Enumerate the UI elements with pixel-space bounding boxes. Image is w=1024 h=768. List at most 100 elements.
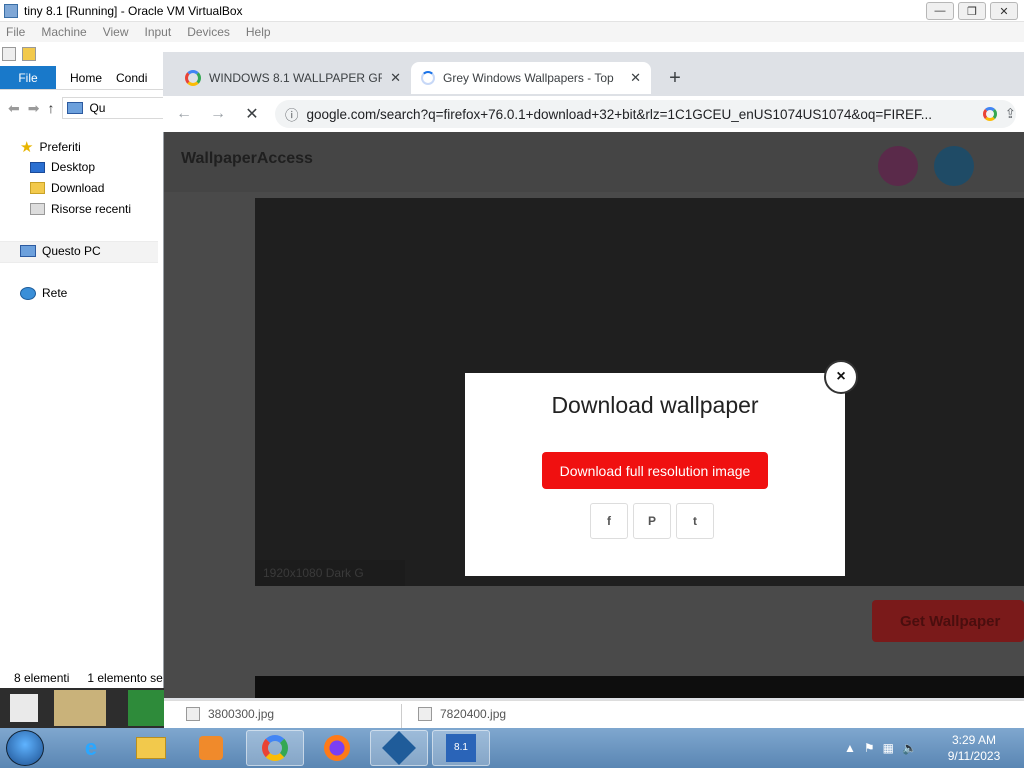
action-center-icon[interactable]: ⚑ <box>864 741 875 755</box>
google-lens-icon[interactable] <box>982 107 997 121</box>
vbox-menubar: File Machine View Input Devices Help <box>0 22 1024 42</box>
network-icon <box>20 286 36 300</box>
clock-time: 3:29 AM <box>951 733 997 747</box>
download-divider <box>401 704 402 728</box>
star-icon: ★ <box>20 139 34 156</box>
network-tray-icon[interactable]: ▦ <box>883 741 894 755</box>
site-info-icon[interactable]: ⓘ <box>285 104 299 124</box>
site-logo[interactable]: WallpaperAccess <box>181 150 313 168</box>
url-text: google.com/search?q=firefox+76.0.1+downl… <box>306 106 933 122</box>
download-item[interactable]: 7820400.jpg <box>418 700 628 728</box>
tab-wallpaper-search[interactable]: WINDOWS 8.1 WALLPAPER GREY ✕ <box>175 62 411 94</box>
download-full-resolution-button[interactable]: Download full resolution image <box>542 452 768 489</box>
loading-spinner-icon <box>421 71 435 85</box>
media-player-icon[interactable] <box>182 730 240 766</box>
modal-close-icon[interactable]: × <box>824 360 858 394</box>
item-count: 8 elementi <box>14 671 70 685</box>
volume-muted-icon[interactable]: 🔈 <box>902 741 917 755</box>
menu-devices[interactable]: Devices <box>187 25 230 39</box>
recent-places-icon <box>30 203 45 215</box>
tree-item-preferiti[interactable]: ★ Preferiti <box>20 138 81 156</box>
explorer-address-bar[interactable]: Qu <box>62 97 165 119</box>
tree-label: Preferiti <box>39 140 81 154</box>
download-filename: 7820400.jpg <box>440 707 507 721</box>
clock-date: 9/11/2023 <box>947 749 1001 763</box>
vbox-titlebar: tiny 8.1 [Running] - Oracle VM VirtualBo… <box>0 0 1024 22</box>
back-button[interactable]: ← <box>173 103 195 125</box>
chrome-taskbar-icon[interactable] <box>246 730 304 766</box>
image-file-icon <box>186 707 200 721</box>
properties-icon[interactable] <box>2 47 16 61</box>
tree-item-rete[interactable]: Rete <box>20 286 67 300</box>
virtualbox-taskbar-icon[interactable] <box>370 730 428 766</box>
ribbon-tab-share[interactable]: Condi <box>116 66 147 89</box>
vm-tiny-81-icon[interactable]: 8.1 <box>432 730 490 766</box>
menu-view[interactable]: View <box>103 25 129 39</box>
tree-item-risorse-recenti[interactable]: Risorse recenti <box>30 202 131 216</box>
virtualbox-icon <box>4 3 18 18</box>
desktop-icon <box>30 161 45 173</box>
tab-title: WINDOWS 8.1 WALLPAPER GREY <box>209 71 383 85</box>
windows-logo-icon[interactable] <box>10 694 38 722</box>
download-folder-icon <box>30 182 45 194</box>
wallpaper-caption: 1920x1080 Dark G <box>255 560 405 586</box>
stop-loading-button[interactable]: ✕ <box>241 103 263 125</box>
tree-label: Desktop <box>51 160 96 174</box>
menu-file[interactable]: File <box>6 25 25 39</box>
address-text: Qu <box>89 101 106 115</box>
ribbon-tab-home[interactable]: Home <box>56 66 116 89</box>
menu-help[interactable]: Help <box>246 25 271 39</box>
explorer-navbar: ⬅ ➡ ↑ Qu <box>0 94 165 122</box>
twitter-icon[interactable] <box>934 146 974 186</box>
this-pc-icon <box>20 245 36 257</box>
close-tab-icon[interactable]: ✕ <box>390 70 401 86</box>
download-item[interactable]: 3800300.jpg <box>186 700 396 728</box>
firefox-icon[interactable] <box>308 730 366 766</box>
show-hidden-icons-icon[interactable]: ▲ <box>844 741 856 755</box>
close-button[interactable]: ✕ <box>990 2 1018 20</box>
forward-button[interactable]: → <box>207 103 229 125</box>
tree-label: Rete <box>42 286 68 300</box>
image-file-icon <box>418 707 432 721</box>
file-explorer-icon[interactable] <box>122 730 180 766</box>
restore-button[interactable]: ❐ <box>958 2 986 20</box>
modal-title: Download wallpaper <box>551 392 759 418</box>
vbox-window-title: tiny 8.1 [Running] - Oracle VM VirtualBo… <box>24 3 243 18</box>
selected-count: 1 elemento se <box>87 671 163 685</box>
tree-label: Download <box>51 181 105 195</box>
start-button[interactable] <box>6 730 44 766</box>
new-tab-button[interactable]: + <box>663 62 687 94</box>
up-arrow-icon[interactable]: ↑ <box>47 100 54 116</box>
minimize-button[interactable]: — <box>926 2 954 20</box>
tree-item-questo-pc[interactable]: Questo PC <box>20 244 101 258</box>
explorer-ribbon: File Home Condi <box>0 66 165 90</box>
share-icon[interactable]: ⇪ <box>1005 106 1016 122</box>
menu-input[interactable]: Input <box>145 25 172 39</box>
menu-machine[interactable]: Machine <box>41 25 86 39</box>
twitter-share-icon[interactable]: t <box>676 503 714 539</box>
clock[interactable]: 3:29 AM 9/11/2023 <box>944 732 1004 764</box>
google-icon <box>185 70 201 86</box>
tree-item-download[interactable]: Download <box>30 181 104 195</box>
file-explorer-tile[interactable] <box>54 690 106 726</box>
tab-grey-windows-wallpapers[interactable]: Grey Windows Wallpapers - Top ✕ <box>411 62 651 94</box>
system-tray: ▲ ⚑ ▦ 🔈 <box>844 736 940 760</box>
internet-explorer-icon[interactable]: e <box>62 730 120 766</box>
back-arrow-icon[interactable]: ⬅ <box>8 100 20 117</box>
tree-label: Questo PC <box>42 244 101 258</box>
store-tile-icon[interactable] <box>128 690 164 726</box>
facebook-share-icon[interactable]: f <box>590 503 628 539</box>
pinterest-share-icon[interactable]: P <box>633 503 671 539</box>
address-bar[interactable]: ⓘ google.com/search?q=firefox+76.0.1+dow… <box>275 100 1016 128</box>
instagram-icon[interactable] <box>878 146 918 186</box>
tree-item-desktop[interactable]: Desktop <box>30 160 95 174</box>
quick-access-toolbar <box>0 42 165 66</box>
get-wallpaper-button[interactable]: Get Wallpaper <box>872 600 1024 642</box>
chrome-toolbar: ← → ✕ ⓘ google.com/search?q=firefox+76.0… <box>163 96 1024 132</box>
ribbon-tab-file[interactable]: File <box>0 66 56 89</box>
forward-arrow-icon[interactable]: ➡ <box>28 100 40 117</box>
computer-icon <box>67 102 84 114</box>
close-tab-icon[interactable]: ✕ <box>630 70 641 86</box>
page-bottom-strip <box>255 676 1024 698</box>
new-folder-icon[interactable] <box>22 47 36 61</box>
